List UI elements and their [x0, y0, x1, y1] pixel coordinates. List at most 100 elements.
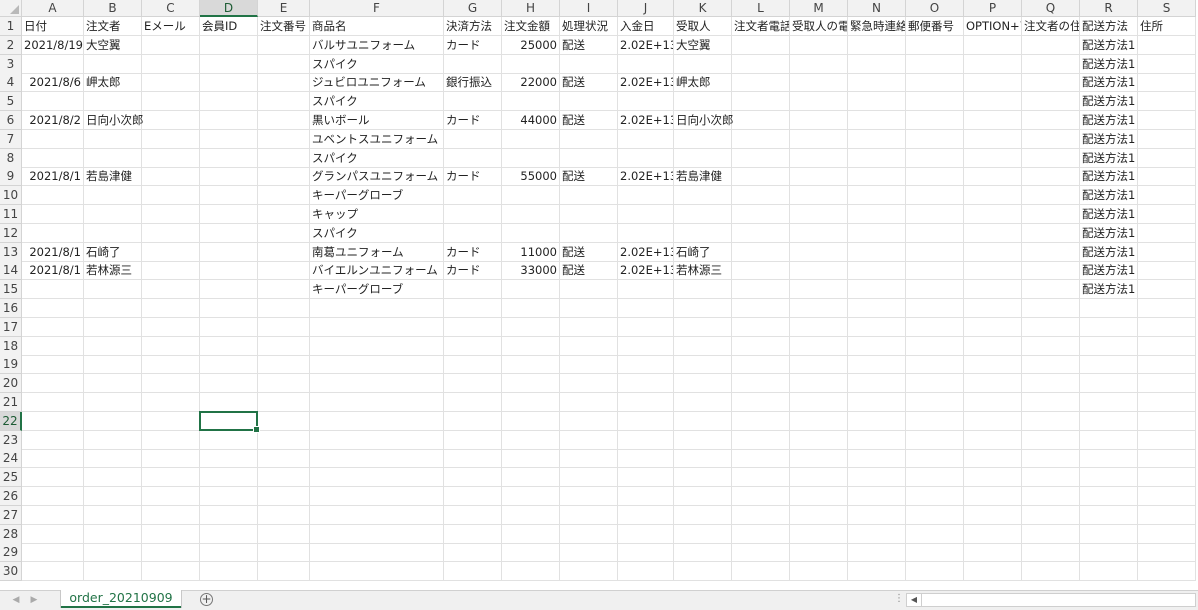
cell-p6[interactable] [964, 111, 1022, 130]
cell-g20[interactable] [444, 374, 502, 394]
cell-d5[interactable] [200, 92, 258, 112]
cell-r10[interactable]: 配送方法1 [1080, 186, 1138, 206]
cell-s17[interactable] [1138, 317, 1196, 337]
row-header-9[interactable]: 9 [0, 167, 22, 187]
row-header-14[interactable]: 14 [0, 261, 22, 281]
cell-e10[interactable] [258, 186, 310, 206]
cell-h10[interactable] [502, 186, 560, 206]
cell-i9[interactable]: 配送 [560, 167, 618, 187]
cell-m20[interactable] [790, 374, 848, 394]
cell-p2[interactable] [964, 35, 1022, 55]
cell-d30[interactable] [200, 562, 258, 582]
cell-g15[interactable] [444, 280, 502, 300]
cell-l7[interactable] [732, 129, 790, 149]
cell-o29[interactable] [906, 543, 964, 563]
cell-s1[interactable]: 住所 [1138, 17, 1196, 36]
cell-d7[interactable] [200, 129, 258, 149]
cell-f20[interactable] [310, 374, 444, 394]
cell-j15[interactable] [618, 280, 674, 300]
cell-a25[interactable] [22, 468, 84, 488]
cell-n18[interactable] [848, 336, 906, 356]
cell-p23[interactable] [964, 430, 1022, 450]
cell-n9[interactable] [848, 167, 906, 187]
cell-s4[interactable] [1138, 73, 1196, 93]
cell-s18[interactable] [1138, 336, 1196, 356]
cell-n14[interactable] [848, 261, 906, 281]
cell-f13[interactable]: 南葛ユニフォーム [310, 242, 444, 262]
cell-l6[interactable] [732, 111, 790, 130]
cell-b25[interactable] [84, 468, 142, 488]
cell-h8[interactable] [502, 148, 560, 168]
cell-p7[interactable] [964, 129, 1022, 149]
cell-b22[interactable] [84, 411, 142, 431]
cell-g28[interactable] [444, 524, 502, 544]
row-header-12[interactable]: 12 [0, 223, 22, 243]
cell-r7[interactable]: 配送方法1 [1080, 129, 1138, 149]
cell-b14[interactable]: 若林源三 [84, 261, 142, 281]
cell-s28[interactable] [1138, 524, 1196, 544]
cell-q8[interactable] [1022, 148, 1080, 168]
cell-g18[interactable] [444, 336, 502, 356]
cell-e4[interactable] [258, 73, 310, 93]
cell-d18[interactable] [200, 336, 258, 356]
cell-a27[interactable] [22, 505, 84, 525]
cell-g26[interactable] [444, 487, 502, 506]
cell-a9[interactable]: 2021/8/1 [22, 167, 84, 187]
cell-e20[interactable] [258, 374, 310, 394]
cell-c1[interactable]: Eメール [142, 17, 200, 36]
row-header-8[interactable]: 8 [0, 148, 22, 168]
cell-h20[interactable] [502, 374, 560, 394]
column-header-l[interactable]: L [732, 0, 790, 17]
cell-s19[interactable] [1138, 355, 1196, 375]
row-header-25[interactable]: 25 [0, 468, 22, 488]
cell-f5[interactable]: スパイク [310, 92, 444, 112]
cell-a4[interactable]: 2021/8/6 [22, 73, 84, 93]
cell-p1[interactable]: OPTION+商 [964, 17, 1022, 36]
cell-s22[interactable] [1138, 411, 1196, 431]
cell-k20[interactable] [674, 374, 732, 394]
cell-a17[interactable] [22, 317, 84, 337]
cell-o11[interactable] [906, 205, 964, 224]
cell-b16[interactable] [84, 299, 142, 318]
row-header-15[interactable]: 15 [0, 280, 22, 300]
cell-b7[interactable] [84, 129, 142, 149]
cell-a2[interactable]: 2021/8/19 [22, 35, 84, 55]
cell-j29[interactable] [618, 543, 674, 563]
cell-b15[interactable] [84, 280, 142, 300]
cell-i21[interactable] [560, 393, 618, 412]
cell-n6[interactable] [848, 111, 906, 130]
cell-d25[interactable] [200, 468, 258, 488]
cell-p11[interactable] [964, 205, 1022, 224]
cell-a15[interactable] [22, 280, 84, 300]
cell-n23[interactable] [848, 430, 906, 450]
cell-i25[interactable] [560, 468, 618, 488]
cell-j5[interactable] [618, 92, 674, 112]
cell-b9[interactable]: 若島津健 [84, 167, 142, 187]
cell-m28[interactable] [790, 524, 848, 544]
cell-n30[interactable] [848, 562, 906, 582]
cell-s8[interactable] [1138, 148, 1196, 168]
cell-n8[interactable] [848, 148, 906, 168]
cell-n22[interactable] [848, 411, 906, 431]
cell-h3[interactable] [502, 54, 560, 74]
cell-i2[interactable]: 配送 [560, 35, 618, 55]
cell-c3[interactable] [142, 54, 200, 74]
cell-d6[interactable] [200, 111, 258, 130]
cell-p18[interactable] [964, 336, 1022, 356]
cell-h19[interactable] [502, 355, 560, 375]
cell-h24[interactable] [502, 449, 560, 469]
cell-o5[interactable] [906, 92, 964, 112]
row-header-29[interactable]: 29 [0, 543, 22, 563]
cell-i12[interactable] [560, 223, 618, 243]
cell-s29[interactable] [1138, 543, 1196, 563]
column-header-b[interactable]: B [84, 0, 142, 17]
cell-n4[interactable] [848, 73, 906, 93]
cell-f22[interactable] [310, 411, 444, 431]
cell-j18[interactable] [618, 336, 674, 356]
cell-q1[interactable]: 注文者の住 [1022, 17, 1080, 36]
cell-c22[interactable] [142, 411, 200, 431]
cell-r30[interactable] [1080, 562, 1138, 582]
cell-p12[interactable] [964, 223, 1022, 243]
cell-p24[interactable] [964, 449, 1022, 469]
cell-k29[interactable] [674, 543, 732, 563]
